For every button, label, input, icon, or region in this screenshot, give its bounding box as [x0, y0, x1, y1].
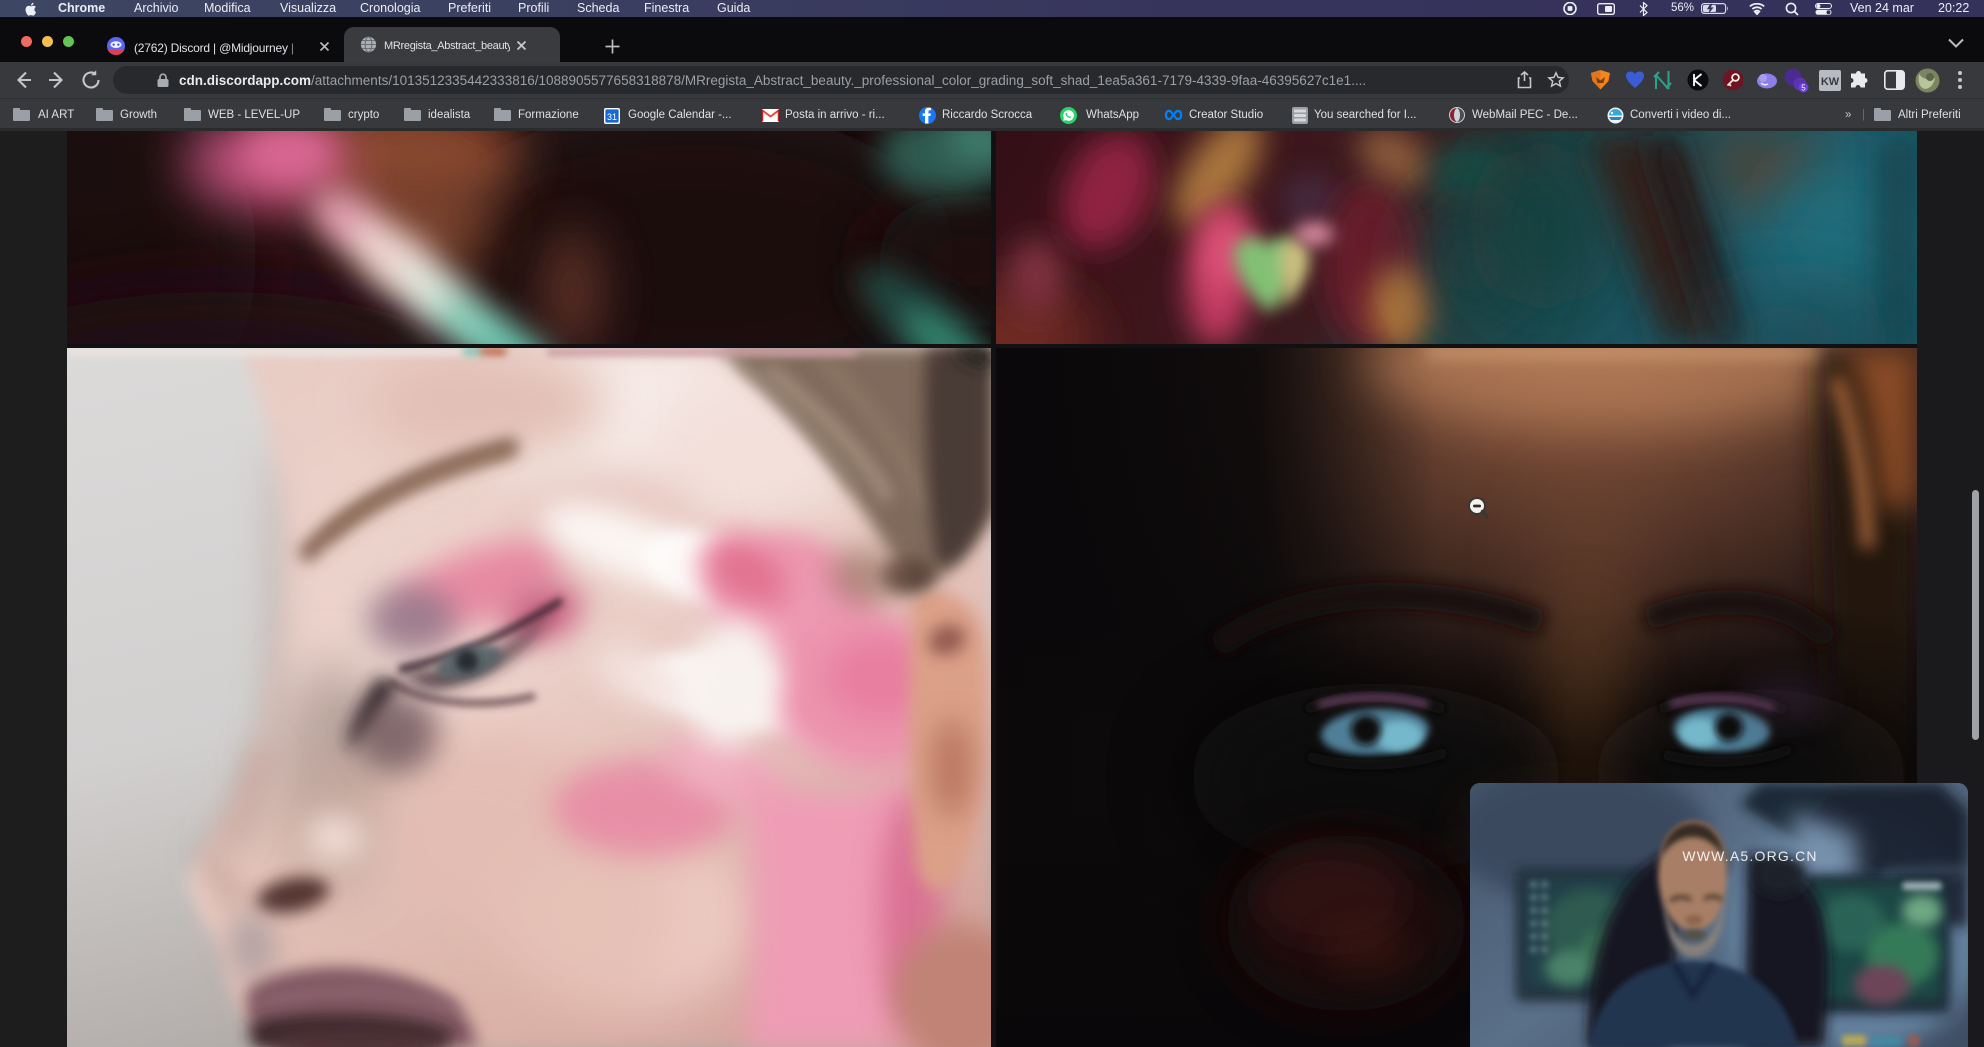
svg-text:KW: KW — [1821, 76, 1840, 88]
svg-text:WWW.A5.ORG.CN: WWW.A5.ORG.CN — [1682, 848, 1817, 864]
svg-text:31: 31 — [607, 112, 617, 122]
svg-text:5: 5 — [1801, 84, 1806, 93]
